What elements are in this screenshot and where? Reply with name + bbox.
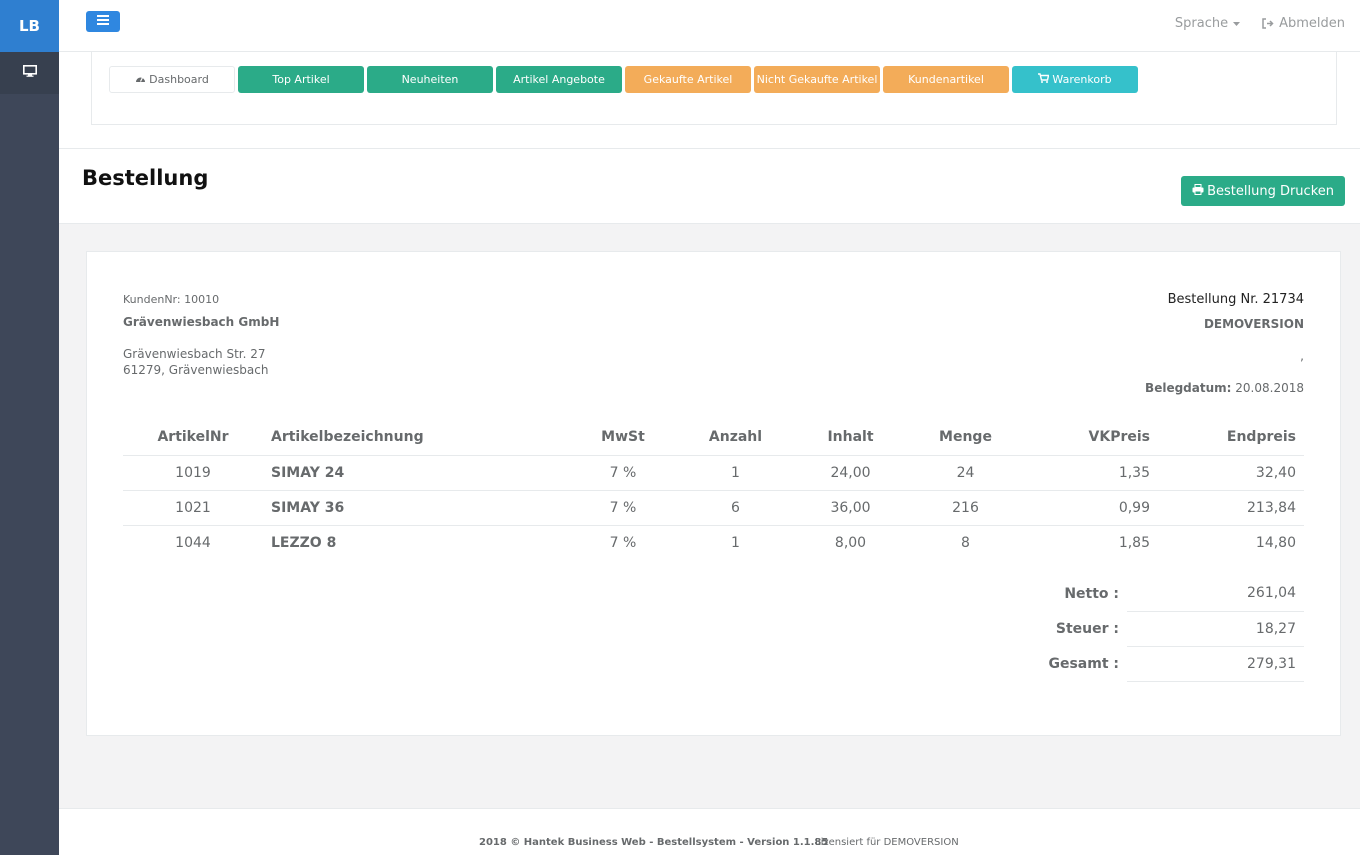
order-card: KundenNr: 10010 Grävenwiesbach GmbH Gräv…: [86, 251, 1341, 736]
footer-copyright: 2018 © Hantek Business Web - Bestellsyst…: [479, 837, 829, 848]
total-label: Netto :: [1064, 585, 1119, 602]
column-header: MwSt: [563, 419, 683, 456]
cell-artikelnr: 1019: [123, 455, 263, 491]
logout-label: Abmelden: [1279, 16, 1345, 31]
total-value: 18,27: [1127, 611, 1304, 647]
cell-artikelnr: 1021: [123, 490, 263, 526]
total-row-gesamt: Gesamt : 279,31: [1007, 646, 1304, 682]
cell-vkpreis: 1,35: [1018, 455, 1158, 491]
order-info: Bestellung Nr. 21734 DEMOVERSION , Beleg…: [1145, 292, 1304, 396]
cart-icon: [1038, 73, 1050, 86]
nav-panel: Dashboard Top Artikel Neuheiten Artikel …: [59, 52, 1360, 149]
print-icon: [1192, 183, 1204, 199]
logout-link[interactable]: Abmelden: [1262, 16, 1345, 31]
column-header: Anzahl: [683, 419, 788, 456]
total-label: Steuer :: [1055, 620, 1119, 637]
app-logo[interactable]: LB: [0, 0, 59, 52]
cell-vkpreis: 0,99: [1018, 490, 1158, 526]
language-label: Sprache: [1174, 16, 1229, 31]
order-totals: Netto : 261,04 Steuer : 18,27 Gesamt : 2…: [1007, 576, 1304, 682]
cell-endpreis: 32,40: [1158, 455, 1304, 491]
page-title: Bestellung: [82, 166, 209, 190]
nav-button-neuheiten[interactable]: Neuheiten: [367, 66, 493, 93]
cell-mwst: 7 %: [563, 455, 683, 491]
cell-mwst: 7 %: [609, 534, 637, 551]
nav-box: Dashboard Top Artikel Neuheiten Artikel …: [91, 52, 1337, 125]
page-heading: Bestellung Bestellung Drucken: [59, 149, 1360, 224]
cell-menge: 8: [961, 534, 970, 551]
cell-artikelbezeichnung: LEZZO 8: [271, 534, 337, 551]
column-header: VKPreis: [1018, 419, 1158, 456]
sidebar: LB: [0, 0, 59, 855]
column-header: ArtikelNr: [123, 419, 263, 456]
column-header: Endpreis: [1158, 419, 1304, 456]
table-header-row: ArtikelNr Artikelbezeichnung MwSt Anzahl…: [123, 419, 1304, 456]
cell-mwst: 7 %: [563, 490, 683, 526]
nav-button-warenkorb[interactable]: Warenkorb: [1012, 66, 1138, 93]
dashboard-icon: [135, 73, 146, 86]
nav-button-kundenartikel[interactable]: Kundenartikel: [883, 66, 1009, 93]
customer-name: Grävenwiesbach GmbH: [123, 315, 280, 329]
nav-button-nicht-gekaufte-artikel[interactable]: Nicht Gekaufte Artikel: [754, 66, 880, 93]
total-label: Gesamt :: [1048, 655, 1119, 672]
cell-menge: 24: [913, 455, 1018, 491]
order-date: Belegdatum: 20.08.2018: [1145, 381, 1304, 395]
total-row-steuer: Steuer : 18,27: [1007, 611, 1304, 647]
order-items-table: ArtikelNr Artikelbezeichnung MwSt Anzahl…: [123, 419, 1304, 560]
customer-city: 61279, Grävenwiesbach: [123, 363, 269, 377]
customer-info: KundenNr: 10010 Grävenwiesbach GmbH Gräv…: [123, 292, 279, 378]
nav-button-gekaufte-artikel[interactable]: Gekaufte Artikel: [625, 66, 751, 93]
cell-endpreis: 14,80: [1255, 534, 1296, 551]
nav-button-dashboard[interactable]: Dashboard: [109, 66, 235, 93]
cell-inhalt: 24,00: [788, 455, 913, 491]
table-row: 1019 SIMAY 24 7 % 1 24,00 24 1,35 32,40: [123, 455, 1304, 491]
print-order-button[interactable]: Bestellung Drucken: [1181, 176, 1345, 206]
sidebar-item-dashboard[interactable]: [0, 52, 59, 94]
customer-street: Grävenwiesbach Str. 27: [123, 347, 266, 361]
cell-inhalt: 36,00: [788, 490, 913, 526]
cell-artikelnr: 1044: [175, 534, 211, 551]
cell-anzahl: 6: [683, 490, 788, 526]
table-row: 1021 SIMAY 36 7 % 6 36,00 216 0,99 213,8…: [123, 490, 1304, 526]
order-company: DEMOVERSION: [1203, 317, 1304, 331]
total-row-netto: Netto : 261,04: [1007, 576, 1304, 612]
caret-down-icon: [1233, 21, 1241, 26]
customer-number: KundenNr: 10010: [123, 293, 220, 306]
footer-license: Lizensiert für DEMOVERSION: [815, 837, 959, 848]
sign-out-icon: [1262, 18, 1274, 29]
column-header: Artikelbezeichnung: [263, 419, 563, 456]
menu-toggle-button[interactable]: [86, 11, 120, 32]
cell-endpreis: 213,84: [1158, 490, 1304, 526]
order-location: ,: [1300, 349, 1304, 363]
nav-button-top-artikel[interactable]: Top Artikel: [238, 66, 364, 93]
hamburger-icon: [97, 14, 109, 29]
total-value: 261,04: [1127, 576, 1304, 612]
cell-anzahl: 1: [683, 455, 788, 491]
cell-anzahl: 1: [731, 534, 740, 551]
cell-inhalt: 8,00: [834, 534, 867, 551]
language-dropdown[interactable]: Sprache: [1174, 16, 1241, 31]
order-number: Bestellung Nr. 21734: [1167, 292, 1304, 307]
cell-artikelbezeichnung: SIMAY 36: [263, 490, 563, 526]
cell-menge: 216: [913, 490, 1018, 526]
cell-artikelbezeichnung: SIMAY 24: [263, 455, 563, 491]
footer: 2018 © Hantek Business Web - Bestellsyst…: [59, 808, 1360, 855]
monitor-icon: [22, 65, 37, 81]
total-value: 279,31: [1127, 646, 1304, 682]
cell-vkpreis: 1,85: [1118, 534, 1150, 551]
topbar: Sprache Abmelden: [59, 0, 1360, 52]
column-header: Inhalt: [788, 419, 913, 456]
table-row: 1044 LEZZO 8 7 % 1 8,00 8 1,85 14,80: [123, 525, 1304, 560]
nav-button-artikel-angebote[interactable]: Artikel Angebote: [496, 66, 622, 93]
column-header: Menge: [913, 419, 1018, 456]
